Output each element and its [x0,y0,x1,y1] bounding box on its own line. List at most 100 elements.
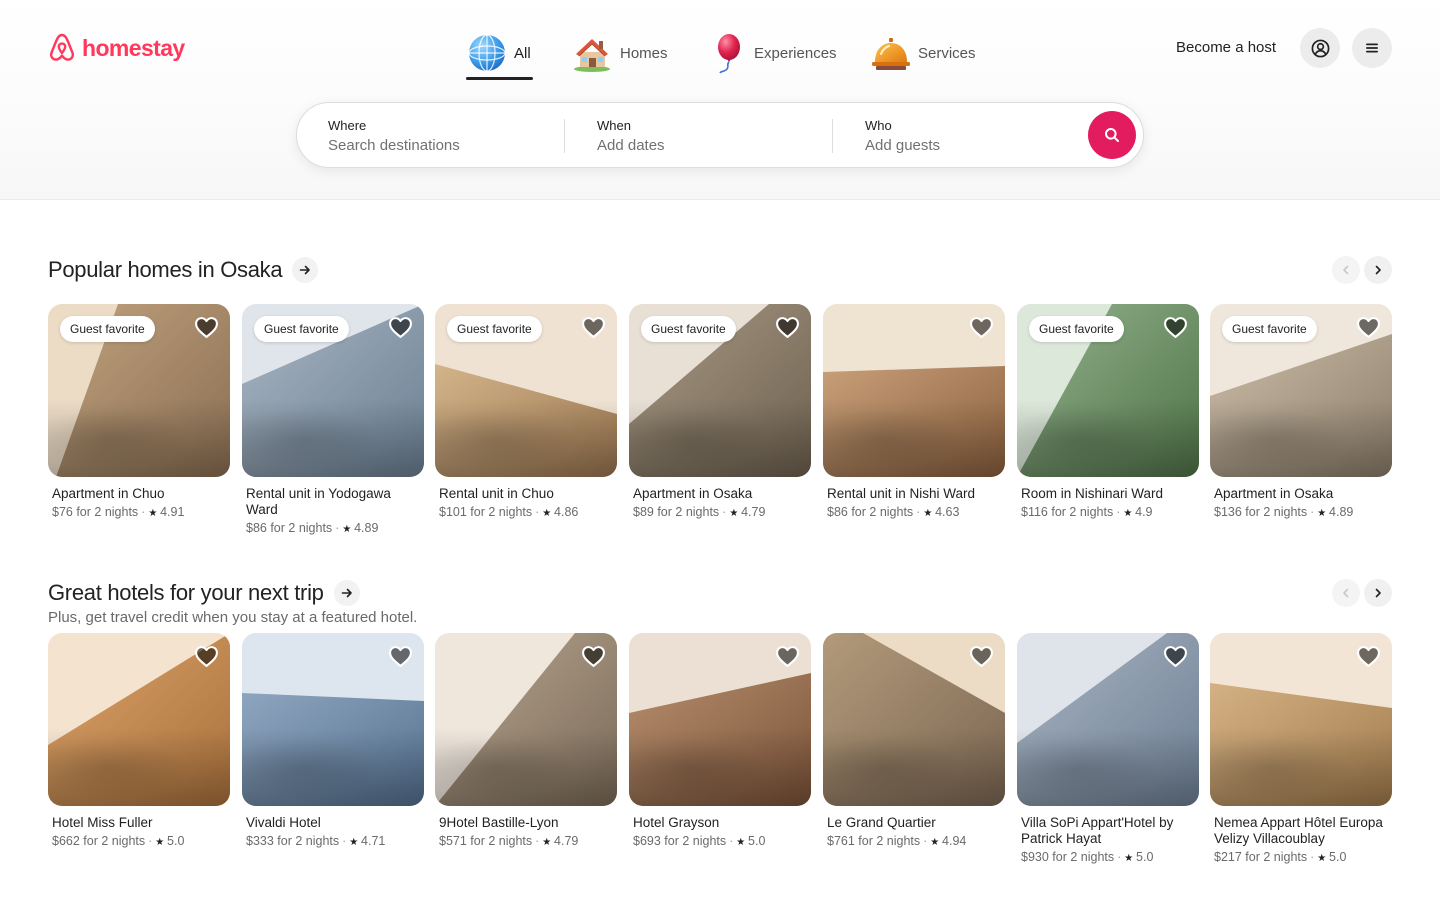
heart-icon[interactable] [194,644,219,669]
listing-photo[interactable]: Guest favorite [48,304,230,477]
heart-icon[interactable] [775,315,800,340]
heart-icon[interactable] [1356,644,1381,669]
listing-card[interactable]: Guest favorite Rental unit in Chuo $101 fo… [435,304,617,522]
tab-experiences[interactable]: Experiences [706,26,837,80]
listing-photo[interactable] [629,633,811,806]
star-icon: ★ [923,508,936,519]
separator-dot: · [535,505,540,519]
listing-rating: 4.94 [942,834,967,848]
listing-card[interactable]: Villa SoPi Appart'Hotel by Patrick Hayat… [1017,633,1199,867]
user-circle-icon [1311,39,1329,57]
listing-title: Vivaldi Hotel [246,815,321,830]
carousel-next-button[interactable] [1364,579,1392,607]
listing-meta: $930 for 2 nights · ★ 5.0 [1021,849,1195,867]
where-field[interactable]: Where Search destinations [328,103,558,167]
listing-photo[interactable]: Guest favorite [1017,304,1199,477]
listing-card[interactable]: Le Grand Quartier $761 for 2 nights · ★ 4.9… [823,633,1005,851]
listing-card[interactable]: Rental unit in Nishi Ward $86 for 2 night… [823,304,1005,522]
listing-rating: 4.86 [554,505,579,519]
listing-card[interactable]: 9Hotel Bastille-Lyon $571 for 2 nights · ★ … [435,633,617,851]
heart-icon[interactable] [581,644,606,669]
tab-label: Services [918,44,976,62]
listing-title: Rental unit in Nishi Ward [827,486,976,501]
listing-card[interactable]: Guest favorite Apartment in Chuo $76 for 2… [48,304,230,522]
listing-photo[interactable] [435,633,617,806]
profile-button[interactable] [1300,28,1340,68]
section-arrow-button[interactable] [292,257,318,283]
listing-photo[interactable]: Guest favorite [1210,304,1392,477]
listing-photo[interactable] [823,633,1005,806]
tab-homes[interactable]: Homes [572,26,668,80]
listing-title: Rental unit in Chuo [439,486,554,501]
when-field[interactable]: When Add dates [597,103,827,167]
heart-icon[interactable] [1356,315,1381,340]
listing-rating: 4.91 [160,505,185,519]
listing-price: $86 for 2 nights [246,521,333,535]
where-placeholder: Search destinations [328,137,460,154]
listing-meta: $571 for 2 nights · ★ 4.79 [439,833,613,851]
carousel-next-button[interactable] [1364,256,1392,284]
listing-meta: $761 for 2 nights · ★ 4.94 [827,833,1001,851]
become-host-link[interactable]: Become a host [1176,39,1276,56]
chevron-right-icon [1375,265,1381,275]
guest-favorite-badge: Guest favorite [1222,316,1317,342]
listing-meta: $86 for 2 nights · ★ 4.89 [246,520,420,538]
listing-rating: 5.0 [167,834,185,848]
listing-meta: $217 for 2 nights · ★ 5.0 [1214,849,1388,867]
listing-card[interactable]: Guest favorite Apartment in Osaka $136 for… [1210,304,1392,522]
listing-card[interactable]: Guest favorite Rental unit in Yodogawa Wa… [242,304,424,538]
separator-dot: · [535,834,540,848]
listing-meta: $693 for 2 nights · ★ 5.0 [633,833,807,851]
tab-services[interactable]: Services [870,26,976,80]
listing-meta: $136 for 2 nights · ★ 4.89 [1214,504,1388,522]
who-label: Who [865,118,892,133]
heart-icon[interactable] [581,315,606,340]
tab-all[interactable]: All [466,26,533,80]
listing-meta: $76 for 2 nights · ★ 4.91 [52,504,226,522]
who-placeholder: Add guests [865,137,941,154]
heart-icon[interactable] [388,644,413,669]
listing-card[interactable]: Hotel Grayson $693 for 2 nights · ★ 5.0 [629,633,811,851]
section-title-popular-homes[interactable]: Popular homes in Osaka [48,257,283,283]
carousel-previous-button[interactable] [1332,579,1360,607]
carousel-previous-button[interactable] [1332,256,1360,284]
arrow-right-icon [299,265,310,275]
listing-card[interactable]: Nemea Appart Hôtel Europa Velizy Villaco… [1210,633,1392,867]
listing-card[interactable]: Hotel Miss Fuller $662 for 2 nights · ★ 5.0 [48,633,230,851]
listing-photo[interactable] [48,633,230,806]
listing-photo[interactable] [1017,633,1199,806]
listing-title: Room in Nishinari Ward [1021,486,1164,501]
separator-dot: · [1116,505,1121,519]
listing-card[interactable]: Guest favorite Room in Nishinari Ward $116… [1017,304,1199,522]
separator-dot: · [722,505,727,519]
star-icon: ★ [148,508,161,519]
listing-photo[interactable] [1210,633,1392,806]
chevron-right-icon [1375,588,1381,598]
heart-icon[interactable] [969,315,994,340]
listing-card[interactable]: Guest favorite Apartment in Osaka $89 for … [629,304,811,522]
listing-price: $217 for 2 nights [1214,850,1308,864]
heart-icon[interactable] [775,644,800,669]
who-field[interactable]: Who Add guests [865,103,1075,167]
balloon-icon [718,34,740,74]
listing-photo[interactable] [242,633,424,806]
listing-photo[interactable]: Guest favorite [435,304,617,477]
section-arrow-button[interactable] [334,580,360,606]
heart-icon[interactable] [1163,315,1188,340]
search-button[interactable] [1088,111,1136,159]
listing-photo[interactable]: Guest favorite [242,304,424,477]
main-menu-button[interactable] [1352,28,1392,68]
listing-card[interactable]: Vivaldi Hotel $333 for 2 nights · ★ 4.71 [242,633,424,851]
listing-price: $761 for 2 nights [827,834,921,848]
listing-photo[interactable]: Guest favorite [629,304,811,477]
listing-rating: 4.79 [554,834,579,848]
separator-dot: · [335,521,340,535]
listing-photo[interactable] [823,304,1005,477]
section-title-great-hotels[interactable]: Great hotels for your next trip [48,580,324,606]
heart-icon[interactable] [388,315,413,340]
house-icon [574,39,610,72]
heart-icon[interactable] [194,315,219,340]
heart-icon[interactable] [1163,644,1188,669]
heart-icon[interactable] [969,644,994,669]
star-icon: ★ [542,837,555,848]
